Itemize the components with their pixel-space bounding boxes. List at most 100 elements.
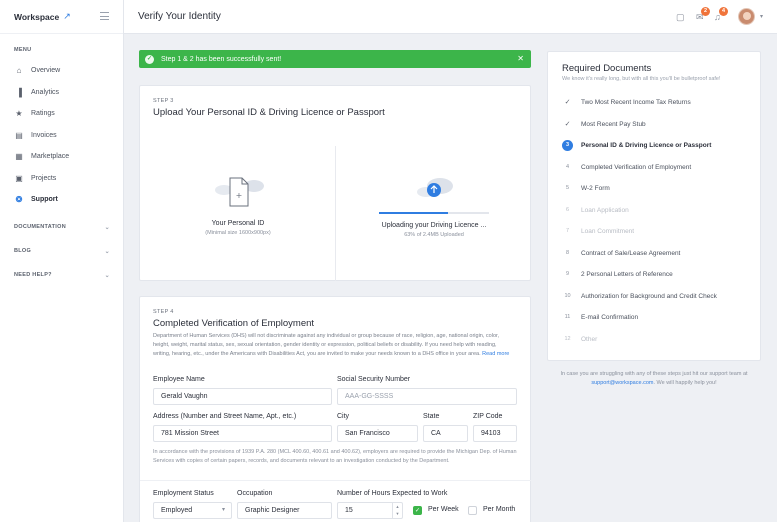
panel-title: Required Documents [562,63,652,74]
sidebar-item-label: Invoices [31,131,57,139]
alerts-badge: 4 [719,7,728,16]
inbox-icon[interactable]: ✉ 2 [696,7,710,23]
address-label: Address (Number and Street Name, Apt., e… [153,413,297,420]
bell-icon[interactable]: ♫ 4 [714,7,728,22]
document-cloud-icon: + [215,177,264,207]
state-input[interactable]: CA [423,425,468,442]
document-label: W-2 Form [581,185,610,193]
zip-label: ZIP Code [473,413,503,420]
document-item[interactable]: 11 E-mail Confirmation [562,307,762,329]
document-label: Completed Verification of Employment [581,163,692,171]
sidebar-item-label: Overview [31,67,61,75]
step-description: Department of Human Services (DHS) will … [153,332,513,359]
help-text: . We will happily help you! [653,380,717,386]
sidebar-section-documentation[interactable]: DOCUMENTATION ⌄ [14,224,110,231]
success-alert: ✓ Step 1 & 2 has been successfully sent!… [139,50,531,68]
per-week-checkbox[interactable]: ✓ [413,506,422,515]
address-input[interactable]: 781 Mission Street [153,425,332,442]
upload-sub: (Minimal size 1600x900px) [205,230,271,236]
app-name: Workspace [14,11,60,22]
upload-progress-track [379,212,489,214]
document-item[interactable]: ✓ Two Most Recent Income Tax Returns [562,92,762,114]
chevron-down-icon: ⌄ [104,225,110,231]
chevron-down-icon[interactable]: ▾ [760,13,763,20]
avatar[interactable] [738,8,755,25]
check-icon: ✓ [564,99,571,107]
upload-sub: 63% of 2.4MB Uploaded [404,232,464,238]
bar-chart-icon: ▐ [16,87,22,97]
sidebar-item-ratings[interactable]: ★ Ratings [0,103,123,125]
driving-licence-dropzone[interactable]: Uploading your Driving Licence ... 63% o… [336,146,532,291]
description-text: Department of Human Services (DHS) will … [153,333,500,357]
step-number: 9 [565,271,570,278]
panel-subtitle: We know it's really long, but with all t… [562,76,721,82]
document-item[interactable]: 7 Loan Commitment [562,221,762,243]
sidebar: Workspace ↗ MENU ⌂ Overview ▐ Analytics … [0,0,124,522]
read-more-link[interactable]: Read more [482,351,509,357]
sidebar-item-analytics[interactable]: ▐ Analytics [0,82,123,104]
document-item[interactable]: 3 Personal ID & Driving Licence or Passpo… [562,135,762,157]
sidebar-item-overview[interactable]: ⌂ Overview [0,60,123,82]
hours-stepper[interactable]: 15 ▲ ▼ [337,502,403,519]
city-input[interactable]: San Francisco [337,425,418,442]
employee-name-label: Employee Name [153,376,205,383]
state-label: State [423,413,440,420]
sidebar-item-support[interactable]: ❂ Support [0,189,123,211]
hours-label: Number of Hours Expected to Work [337,490,448,497]
document-item[interactable]: 9 2 Personal Letters of Reference [562,264,762,286]
document-item[interactable]: 8 Contract of Sale/Lease Agreement [562,243,762,265]
step-number: 5 [565,185,570,192]
support-email-link[interactable]: support@workspace.com [591,380,653,386]
briefcase-icon[interactable]: ▢ [676,12,685,23]
section-label: NEED HELP? [14,272,52,278]
per-month-checkbox[interactable] [468,506,477,515]
upload-title: Uploading your Driving Licence ... [381,222,487,229]
step-number: 7 [565,228,570,235]
document-item[interactable]: 6 Loan Application [562,200,762,222]
stepper-arrows-icon[interactable]: ▲ ▼ [392,503,402,518]
per-week-label: Per Week [428,506,459,513]
sidebar-item-label: Support [31,196,58,204]
document-item[interactable]: 4 Completed Verification of Employment [562,157,762,179]
lifebuoy-icon: ❂ [15,195,23,205]
zip-input[interactable]: 94103 [473,425,517,442]
section-label: BLOG [14,248,32,254]
step-label: STEP 4 [153,309,174,315]
employee-name-input[interactable]: Gerald Vaughn [153,388,332,405]
employment-status-select[interactable]: Employed ▾ [153,502,232,519]
sidebar-section-blog[interactable]: BLOG ⌄ [14,248,110,255]
section-label: DOCUMENTATION [14,224,66,230]
close-icon[interactable]: ✕ [517,54,524,63]
document-item[interactable]: 10 Authorization for Background and Credi… [562,286,762,308]
sidebar-section-need-help[interactable]: NEED HELP? ⌄ [14,272,110,279]
personal-id-dropzone[interactable]: + Your Personal ID (Minimal size 1600x90… [140,146,336,291]
ssn-input[interactable]: AAA-GG-SSSS [337,388,517,405]
step-number: 6 [565,206,570,213]
chevron-down-icon: ⌄ [104,249,110,255]
menu-title: MENU [14,47,32,53]
hamburger-menu-icon[interactable] [100,12,109,20]
per-month-label: Per Month [483,506,516,513]
sidebar-item-label: Ratings [31,110,55,118]
upload-title: Your Personal ID [211,220,265,227]
star-icon: ★ [15,109,23,119]
document-label: E-mail Confirmation [581,314,639,322]
step-title: Upload Your Personal ID & Driving Licenc… [153,107,385,118]
folder-icon: ▣ [15,173,23,183]
step3-card: STEP 3 Upload Your Personal ID & Driving… [139,85,531,281]
occupation-input[interactable]: Graphic Designer [237,502,332,519]
ssn-label: Social Security Number [337,376,411,383]
sidebar-item-invoices[interactable]: ▤ Invoices [0,125,123,147]
store-icon: ▦ [15,152,23,162]
sidebar-item-projects[interactable]: ▣ Projects [0,168,123,190]
upload-progress-fill [379,212,449,214]
required-documents-panel: Required Documents We know it's really l… [547,51,761,361]
support-help-text: In case you are struggling with any of t… [547,370,761,388]
document-item[interactable]: 5 W-2 Form [562,178,762,200]
chevron-down-icon: ▾ [221,507,225,513]
document-item[interactable]: ✓ Most Recent Pay Stub [562,114,762,136]
document-item[interactable]: 12 Other [562,329,762,351]
sidebar-item-marketplace[interactable]: ▦ Marketplace [0,146,123,168]
step-number: 3 [562,140,573,152]
document-label: Authorization for Background and Credit … [581,292,717,300]
